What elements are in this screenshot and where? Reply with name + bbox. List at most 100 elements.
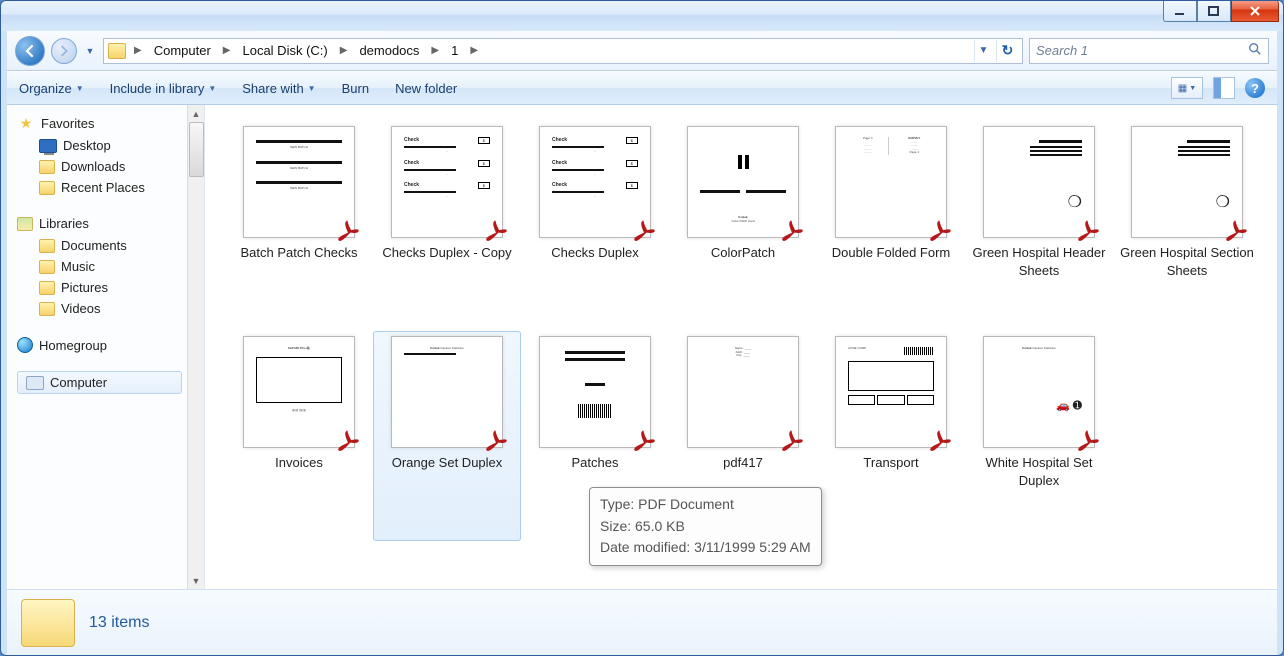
sidebar-label: Homegroup xyxy=(39,338,107,353)
file-label: Invoices xyxy=(275,454,323,472)
file-item[interactable]: Page 4...........................SURVEY.… xyxy=(817,121,965,331)
status-item-count: 13 items xyxy=(89,614,149,632)
folder-icon xyxy=(39,160,55,174)
sidebar-item-downloads[interactable]: Downloads xyxy=(17,156,204,177)
search-input[interactable]: Search 1 xyxy=(1029,38,1269,64)
star-icon: ★ xyxy=(17,115,35,131)
file-item[interactable]: Check$...Check$...Check$... Checks Duplex… xyxy=(373,121,521,331)
sidebar-label: Favorites xyxy=(41,116,94,131)
file-item[interactable]: Kodak Capture SoftwareOrange Set Duplex xyxy=(373,331,521,541)
pdf-icon xyxy=(779,218,805,244)
scroll-up-icon[interactable]: ▲ xyxy=(188,105,204,122)
chevron-right-icon[interactable]: ▶ xyxy=(338,45,350,56)
sidebar-libraries[interactable]: Libraries xyxy=(17,212,204,235)
folder-icon xyxy=(39,260,55,274)
file-label: Transport xyxy=(863,454,918,472)
sidebar-item-videos[interactable]: Videos xyxy=(17,298,204,319)
file-list[interactable]: NEW BATCHNEW BATCHNEW BATCHBatch Patch C… xyxy=(205,105,1277,589)
pdf-icon xyxy=(483,428,509,454)
maximize-button[interactable] xyxy=(1197,0,1231,22)
file-thumbnail: Page 4...........................SURVEY.… xyxy=(835,126,947,238)
new-folder-button[interactable]: New folder xyxy=(395,81,457,96)
file-label: ColorPatch xyxy=(711,244,775,262)
forward-button[interactable] xyxy=(51,38,77,64)
sidebar-favorites[interactable]: ★ Favorites xyxy=(17,111,204,135)
file-label: Checks Duplex - Copy xyxy=(382,244,511,262)
search-icon xyxy=(1248,42,1262,59)
sidebar-homegroup[interactable]: Homegroup xyxy=(17,333,204,357)
titlebar xyxy=(1,1,1283,31)
address-dropdown[interactable]: ▼ xyxy=(974,40,992,62)
pdf-icon xyxy=(483,218,509,244)
breadcrumb-1[interactable]: 1 xyxy=(447,41,462,60)
file-item[interactable]: KodakColor Patch Card ColorPatch xyxy=(669,121,817,331)
folder-icon xyxy=(39,181,55,195)
view-options-button[interactable]: ▦ ▼ xyxy=(1171,77,1203,99)
body: ★ Favorites Desktop Downloads Recent Pla… xyxy=(7,105,1277,589)
pdf-icon xyxy=(927,428,953,454)
sidebar-label: Computer xyxy=(50,375,107,390)
burn-button[interactable]: Burn xyxy=(342,81,369,96)
sidebar-item-desktop[interactable]: Desktop xyxy=(17,135,204,156)
file-thumbnail: Name: ____Addr: ____City: ____ xyxy=(687,336,799,448)
file-item[interactable]: Kodak Capture Software🚗 ➊White Hospital … xyxy=(965,331,1113,541)
homegroup-icon xyxy=(17,337,33,353)
pdf-icon xyxy=(927,218,953,244)
include-in-library-menu[interactable]: Include in library▼ xyxy=(110,81,217,96)
sidebar-computer[interactable]: Computer xyxy=(17,371,182,394)
sidebar-item-documents[interactable]: Documents xyxy=(17,235,204,256)
pdf-icon xyxy=(1223,218,1249,244)
share-with-menu[interactable]: Share with▼ xyxy=(242,81,315,96)
pdf-icon xyxy=(779,428,805,454)
window-controls xyxy=(1163,0,1283,22)
breadcrumb-demodocs[interactable]: demodocs xyxy=(355,41,423,60)
back-button[interactable] xyxy=(15,36,45,66)
scroll-down-icon[interactable]: ▼ xyxy=(188,572,204,589)
desktop-icon xyxy=(39,139,57,153)
file-thumbnail: Kodak Capture Software xyxy=(391,336,503,448)
preview-pane-button[interactable] xyxy=(1213,77,1235,99)
tooltip-size: Size: 65.0 KB xyxy=(600,516,811,538)
pdf-icon xyxy=(631,218,657,244)
pdf-icon xyxy=(1075,428,1101,454)
file-thumbnail: ACME CORP xyxy=(835,336,947,448)
chevron-right-icon[interactable]: ▶ xyxy=(468,45,480,56)
sidebar-item-recent-places[interactable]: Recent Places xyxy=(17,177,204,198)
file-item[interactable]: SAFARI PCs 🦓|||||||| |||||||||Invoices xyxy=(225,331,373,541)
tooltip-date: Date modified: 3/11/1999 5:29 AM xyxy=(600,537,811,559)
sidebar-item-music[interactable]: Music xyxy=(17,256,204,277)
tooltip-type: Type: PDF Document xyxy=(600,494,811,516)
file-label: White Hospital Set Duplex xyxy=(971,454,1107,489)
file-label: pdf417 xyxy=(723,454,763,472)
history-dropdown[interactable]: ▼ xyxy=(83,36,97,66)
chevron-right-icon[interactable]: ▶ xyxy=(132,45,144,56)
file-thumbnail: Check$...Check$...Check$... xyxy=(391,126,503,238)
close-button[interactable] xyxy=(1231,0,1279,22)
status-bar: 13 items xyxy=(7,589,1277,655)
breadcrumb-localdisk[interactable]: Local Disk (C:) xyxy=(238,41,331,60)
chevron-right-icon[interactable]: ▶ xyxy=(221,45,233,56)
file-label: Green Hospital Section Sheets xyxy=(1119,244,1255,279)
refresh-button[interactable]: ↻ xyxy=(996,40,1018,62)
file-item[interactable]: ❍Green Hospital Header Sheets xyxy=(965,121,1113,331)
pdf-icon xyxy=(335,218,361,244)
sidebar-label: Libraries xyxy=(39,216,89,231)
libraries-icon xyxy=(17,217,33,231)
pdf-icon xyxy=(335,428,361,454)
sidebar-item-pictures[interactable]: Pictures xyxy=(17,277,204,298)
file-item[interactable]: ACME CORP Transport xyxy=(817,331,965,541)
file-label: Double Folded Form xyxy=(832,244,951,262)
file-item[interactable]: ❍Green Hospital Section Sheets xyxy=(1113,121,1261,331)
breadcrumb-computer[interactable]: Computer xyxy=(150,41,215,60)
chevron-right-icon[interactable]: ▶ xyxy=(429,45,441,56)
sidebar-scrollbar[interactable]: ▲ ▼ xyxy=(187,105,204,589)
file-item[interactable]: NEW BATCHNEW BATCHNEW BATCHBatch Patch C… xyxy=(225,121,373,331)
file-item[interactable]: Check$...Check$...Check$...Checks Duplex xyxy=(521,121,669,331)
scroll-thumb[interactable] xyxy=(189,122,204,177)
file-thumbnail: KodakColor Patch Card xyxy=(687,126,799,238)
address-bar[interactable]: ▶ Computer ▶ Local Disk (C:) ▶ demodocs … xyxy=(103,38,1023,64)
minimize-button[interactable] xyxy=(1163,0,1197,22)
organize-menu[interactable]: Organize▼ xyxy=(19,81,84,96)
pdf-icon xyxy=(1075,218,1101,244)
help-button[interactable]: ? xyxy=(1245,78,1265,98)
